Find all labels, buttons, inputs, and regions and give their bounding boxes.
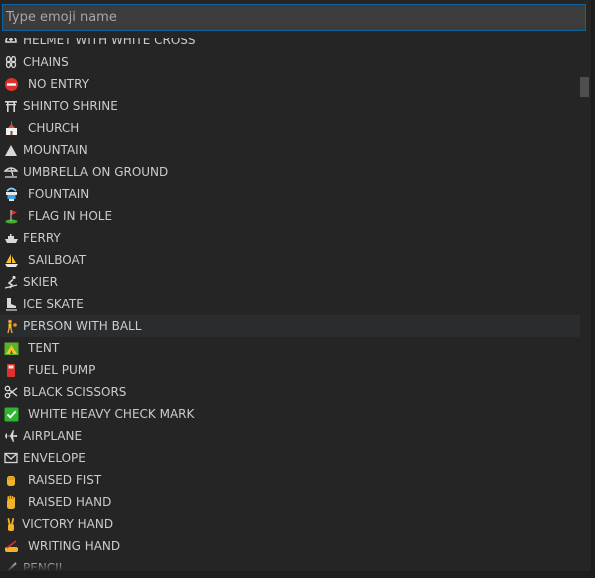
emoji-list-item[interactable]: NO ENTRY bbox=[0, 73, 580, 95]
emoji-name-label: HELMET WITH WHITE CROSS bbox=[23, 38, 196, 47]
emoji-list-item[interactable]: CHAINS bbox=[0, 51, 580, 73]
emoji-list-item[interactable]: RAISED FIST bbox=[0, 469, 580, 491]
emoji-list-item[interactable]: TENT bbox=[0, 337, 580, 359]
emoji-list-item[interactable]: SAILBOAT bbox=[0, 249, 580, 271]
emoji-name-label: RAISED FIST bbox=[28, 473, 102, 487]
emoji-list-item[interactable]: ENVELOPE bbox=[0, 447, 580, 469]
emoji-list-item[interactable]: HELMET WITH WHITE CROSS bbox=[0, 38, 580, 51]
emoji-list-item[interactable]: ICE SKATE bbox=[0, 293, 580, 315]
emoji-list-item[interactable]: BLACK SCISSORS bbox=[0, 381, 580, 403]
emoji-list-item[interactable]: FLAG IN HOLE bbox=[0, 205, 580, 227]
emoji-list-item[interactable]: AIRPLANE bbox=[0, 425, 580, 447]
scissors-icon bbox=[3, 381, 19, 403]
emoji-name-label: VICTORY HAND bbox=[22, 517, 114, 531]
emoji-name-label: WHITE HEAVY CHECK MARK bbox=[28, 407, 195, 421]
victory-hand-icon bbox=[3, 513, 19, 535]
emoji-list-item[interactable]: WRITING HAND bbox=[0, 535, 580, 557]
sailboat-icon bbox=[3, 249, 19, 271]
emoji-name-label: NO ENTRY bbox=[28, 77, 90, 91]
emoji-list-item[interactable]: VICTORY HAND bbox=[0, 513, 580, 535]
church-icon bbox=[3, 117, 19, 139]
emoji-name-label: RAISED HAND bbox=[28, 495, 112, 509]
ice-skate-icon bbox=[3, 293, 19, 315]
list-fade bbox=[0, 561, 591, 571]
emoji-list: HELMET WITH WHITE CROSS CHAINS NO ENTRY SHI… bbox=[0, 38, 580, 571]
shrine-icon bbox=[3, 95, 19, 117]
chains-icon bbox=[3, 51, 19, 73]
emoji-name-label: CHURCH bbox=[28, 121, 80, 135]
ferry-icon bbox=[3, 227, 19, 249]
umbrella-icon bbox=[3, 161, 19, 183]
emoji-name-label: FLAG IN HOLE bbox=[28, 209, 113, 223]
tent-icon bbox=[3, 337, 19, 359]
emoji-picker: HELMET WITH WHITE CROSS CHAINS NO ENTRY SHI… bbox=[0, 0, 593, 571]
person-ball-icon bbox=[3, 315, 19, 337]
emoji-name-label: SHINTO SHRINE bbox=[23, 99, 118, 113]
emoji-name-label: PERSON WITH BALL bbox=[23, 319, 142, 333]
writing-hand-icon bbox=[3, 535, 19, 557]
fountain-icon bbox=[3, 183, 19, 205]
emoji-list-item[interactable]: FERRY bbox=[0, 227, 580, 249]
emoji-name-label: MOUNTAIN bbox=[23, 143, 88, 157]
emoji-name-label: CHAINS bbox=[23, 55, 69, 69]
fuel-pump-icon bbox=[3, 359, 19, 381]
emoji-name-label: SAILBOAT bbox=[28, 253, 87, 267]
no-entry-icon bbox=[3, 73, 19, 95]
emoji-list-item[interactable]: FOUNTAIN bbox=[0, 183, 580, 205]
emoji-list-item[interactable]: WHITE HEAVY CHECK MARK bbox=[0, 403, 580, 425]
emoji-name-label: BLACK SCISSORS bbox=[23, 385, 127, 399]
emoji-search-input[interactable] bbox=[2, 4, 586, 31]
airplane-icon bbox=[3, 425, 19, 447]
helmet-icon bbox=[3, 38, 19, 51]
flag-icon bbox=[3, 205, 19, 227]
emoji-list-viewport: HELMET WITH WHITE CROSS CHAINS NO ENTRY SHI… bbox=[0, 38, 591, 571]
hand-icon bbox=[3, 491, 19, 513]
scrollbar-thumb[interactable] bbox=[580, 77, 589, 97]
emoji-name-label: UMBRELLA ON GROUND bbox=[23, 165, 169, 179]
emoji-list-item[interactable]: PERSON WITH BALL bbox=[0, 315, 580, 337]
emoji-name-label: TENT bbox=[28, 341, 60, 355]
emoji-name-label: SKIER bbox=[23, 275, 58, 289]
fist-icon bbox=[3, 469, 19, 491]
emoji-name-label: ENVELOPE bbox=[23, 451, 86, 465]
emoji-list-item[interactable]: SHINTO SHRINE bbox=[0, 95, 580, 117]
mountain-icon bbox=[3, 139, 19, 161]
emoji-name-label: FERRY bbox=[23, 231, 61, 245]
check-mark-icon bbox=[3, 403, 19, 425]
emoji-list-item[interactable]: CHURCH bbox=[0, 117, 580, 139]
search-bar bbox=[0, 0, 591, 38]
emoji-name-label: AIRPLANE bbox=[23, 429, 83, 443]
emoji-list-item[interactable]: MOUNTAIN bbox=[0, 139, 580, 161]
emoji-name-label: FOUNTAIN bbox=[28, 187, 90, 201]
emoji-list-item[interactable]: FUEL PUMP bbox=[0, 359, 580, 381]
emoji-list-item[interactable]: SKIER bbox=[0, 271, 580, 293]
emoji-list-item[interactable]: RAISED HAND bbox=[0, 491, 580, 513]
emoji-name-label: FUEL PUMP bbox=[28, 363, 96, 377]
scrollbar[interactable] bbox=[579, 38, 591, 571]
emoji-name-label: WRITING HAND bbox=[28, 539, 121, 553]
emoji-list-item[interactable]: UMBRELLA ON GROUND bbox=[0, 161, 580, 183]
skier-icon bbox=[3, 271, 19, 293]
emoji-name-label: ICE SKATE bbox=[23, 297, 84, 311]
envelope-icon bbox=[3, 447, 19, 469]
